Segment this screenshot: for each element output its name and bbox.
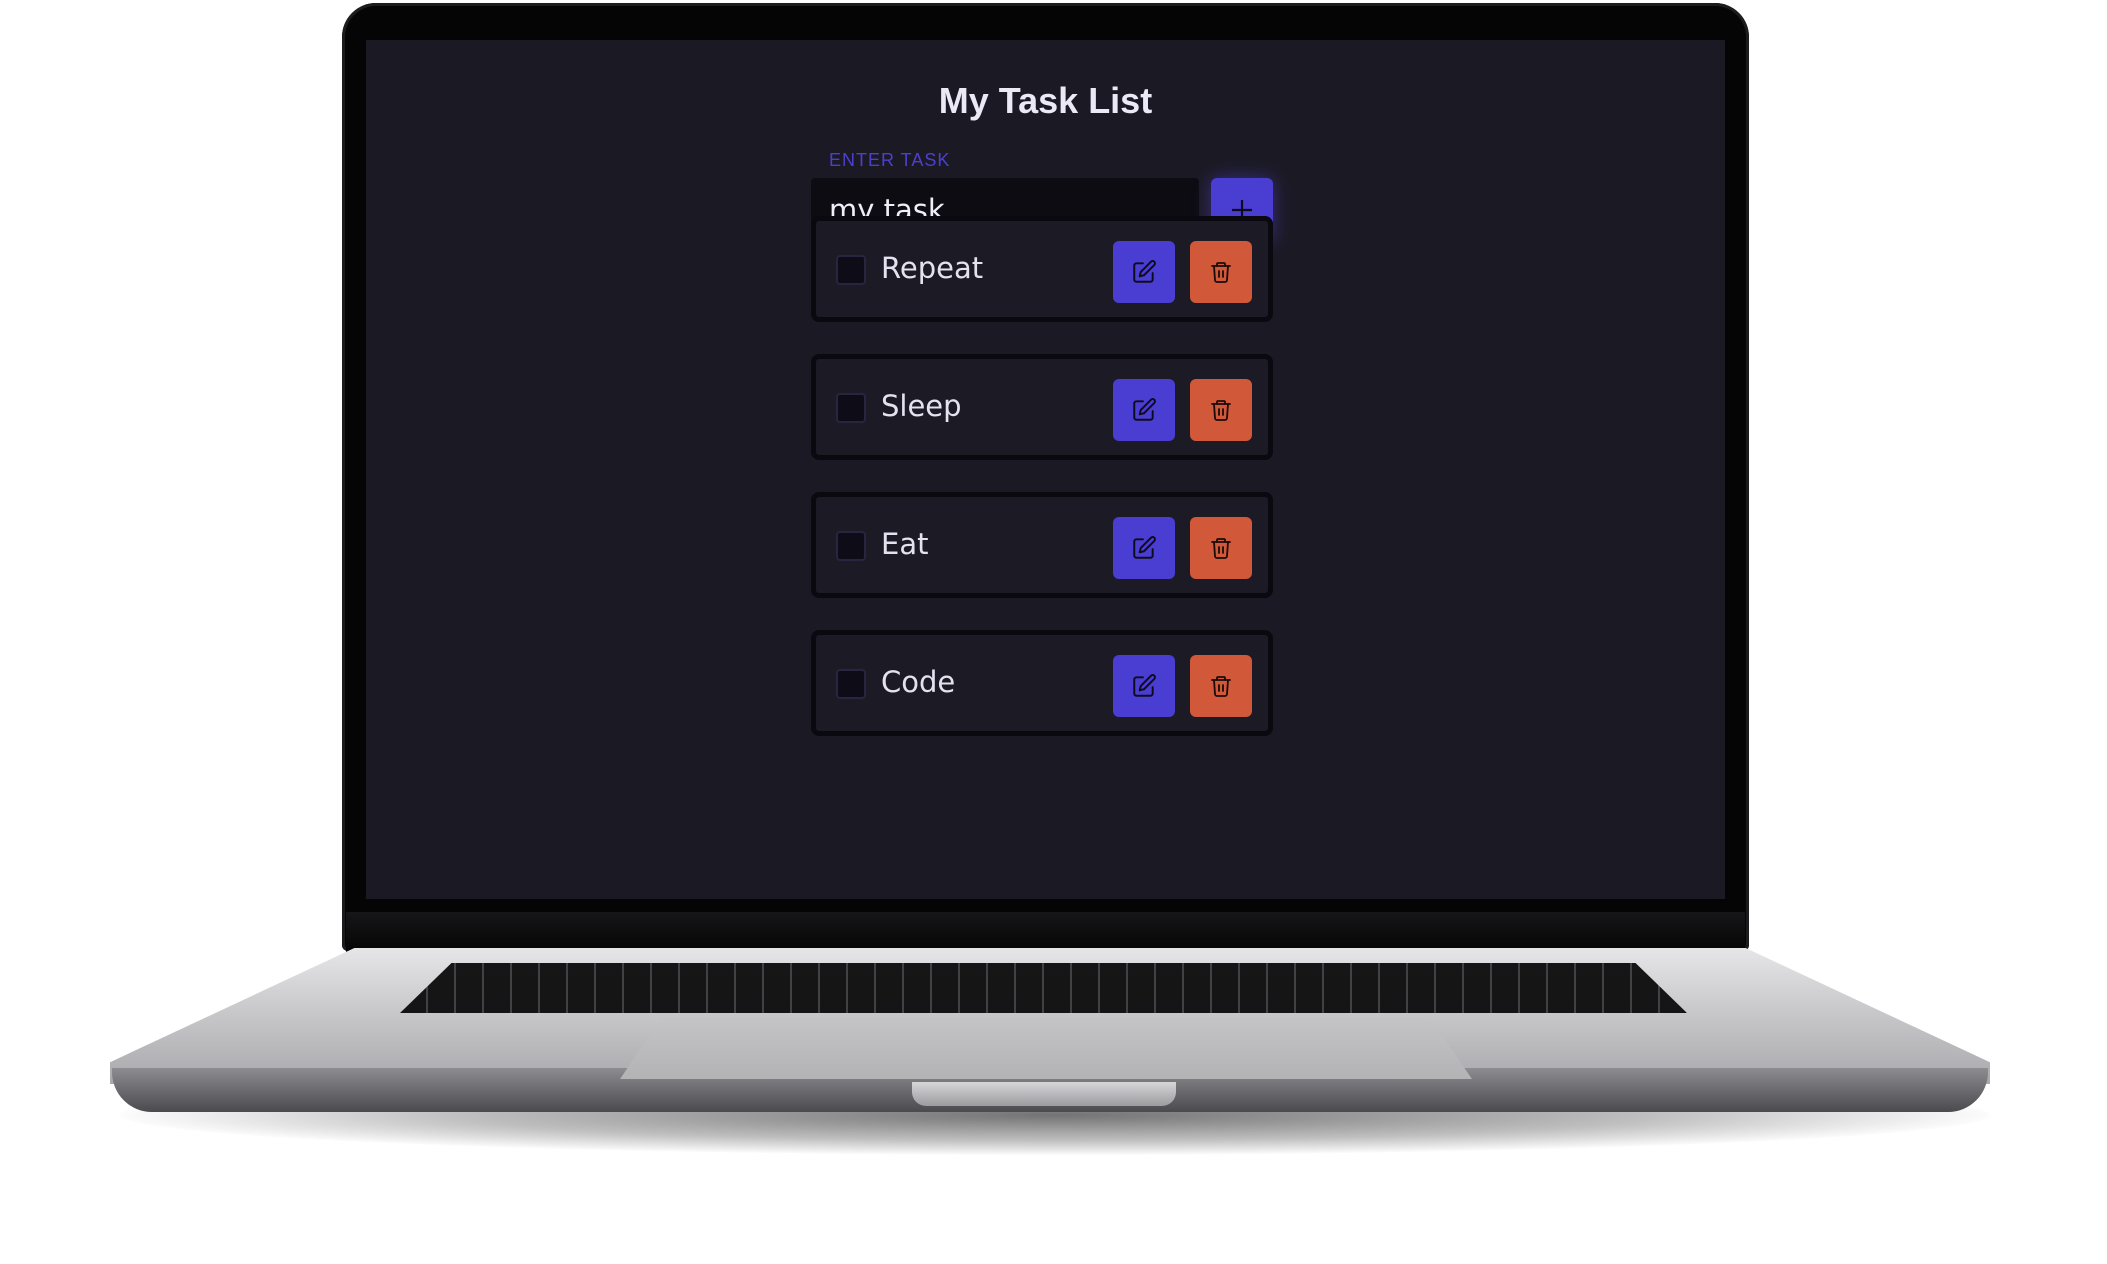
task-item: Sleep — [811, 354, 1273, 460]
edit-icon — [1133, 674, 1156, 697]
laptop-screen: My Task List ENTER TASK Repeat — [366, 40, 1725, 899]
laptop-opening-notch — [912, 1082, 1176, 1106]
device-mockup: My Task List ENTER TASK Repeat — [0, 0, 2107, 1264]
task-label: Code — [881, 665, 956, 699]
task-input-label: ENTER TASK — [829, 150, 951, 170]
task-checkbox[interactable] — [836, 255, 866, 285]
laptop-lid-chin — [346, 912, 1745, 952]
delete-task-button[interactable] — [1190, 241, 1252, 303]
edit-icon — [1133, 398, 1156, 421]
task-label: Repeat — [881, 251, 984, 285]
task-item: Eat — [811, 492, 1273, 598]
delete-task-button[interactable] — [1190, 655, 1252, 717]
task-checkbox[interactable] — [836, 669, 866, 699]
edit-icon — [1133, 260, 1156, 283]
task-checkbox[interactable] — [836, 393, 866, 423]
trash-icon — [1211, 538, 1231, 559]
laptop-trackpad — [620, 1017, 1472, 1079]
task-checkbox[interactable] — [836, 531, 866, 561]
task-item: Repeat — [811, 216, 1273, 322]
trash-icon — [1211, 400, 1231, 421]
task-label: Eat — [881, 527, 929, 561]
edit-task-button[interactable] — [1113, 379, 1175, 441]
delete-task-button[interactable] — [1190, 517, 1252, 579]
edit-task-button[interactable] — [1113, 241, 1175, 303]
page-title: My Task List — [938, 80, 1153, 121]
laptop-keyboard — [400, 963, 1687, 1013]
task-label: Sleep — [881, 389, 962, 423]
trash-icon — [1211, 262, 1231, 283]
edit-task-button[interactable] — [1113, 655, 1175, 717]
edit-icon — [1133, 536, 1156, 559]
trash-icon — [1211, 676, 1231, 697]
task-item: Code — [811, 630, 1273, 736]
delete-task-button[interactable] — [1190, 379, 1252, 441]
edit-task-button[interactable] — [1113, 517, 1175, 579]
